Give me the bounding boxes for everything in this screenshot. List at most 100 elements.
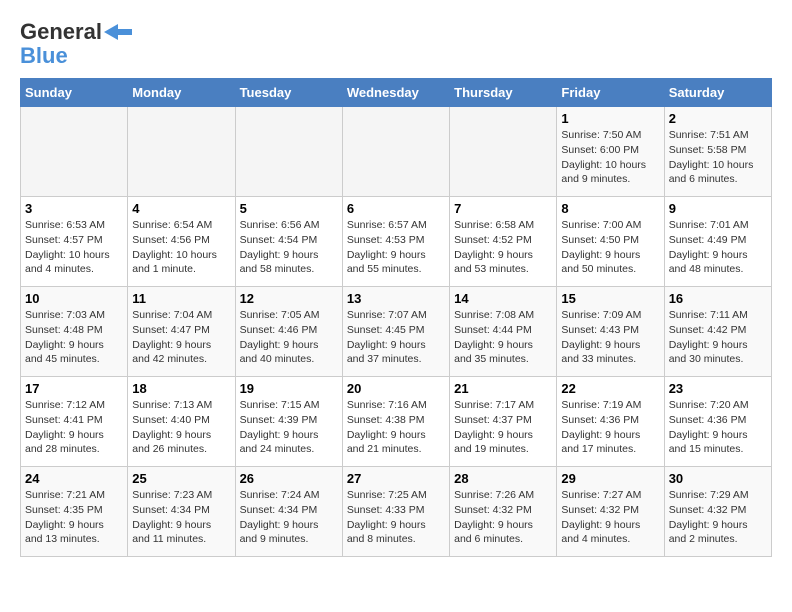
day-info: Sunrise: 7:24 AM Sunset: 4:34 PM Dayligh… xyxy=(240,488,338,547)
calendar-cell: 9 Sunrise: 7:01 AM Sunset: 4:49 PM Daylig… xyxy=(664,197,771,287)
calendar-cell: 5Sunrise: 6:56 AM Sunset: 4:54 PM Daylig… xyxy=(235,197,342,287)
day-number: 29 xyxy=(561,471,659,486)
day-info: Sunrise: 7:00 AM Sunset: 4:50 PM Dayligh… xyxy=(561,218,659,277)
day-number: 26 xyxy=(240,471,338,486)
calendar-cell: 10Sunrise: 7:03 AM Sunset: 4:48 PM Dayli… xyxy=(21,287,128,377)
column-header-friday: Friday xyxy=(557,79,664,107)
calendar-week-row: 3Sunrise: 6:53 AM Sunset: 4:57 PM Daylig… xyxy=(21,197,772,287)
day-number: 18 xyxy=(132,381,230,396)
column-header-wednesday: Wednesday xyxy=(342,79,449,107)
day-info: Sunrise: 6:54 AM Sunset: 4:56 PM Dayligh… xyxy=(132,218,230,277)
day-number: 4 xyxy=(132,201,230,216)
day-info: Sunrise: 7:09 AM Sunset: 4:43 PM Dayligh… xyxy=(561,308,659,367)
calendar-cell: 8 Sunrise: 7:00 AM Sunset: 4:50 PM Daylig… xyxy=(557,197,664,287)
day-info: Sunrise: 7:05 AM Sunset: 4:46 PM Dayligh… xyxy=(240,308,338,367)
day-number: 16 xyxy=(669,291,767,306)
calendar-cell xyxy=(450,107,557,197)
calendar-cell: 12 Sunrise: 7:05 AM Sunset: 4:46 PM Dayli… xyxy=(235,287,342,377)
day-number: 27 xyxy=(347,471,445,486)
day-number: 15 xyxy=(561,291,659,306)
page-header: General Blue xyxy=(20,20,772,68)
calendar-week-row: 1Sunrise: 7:50 AM Sunset: 6:00 PM Daylig… xyxy=(21,107,772,197)
day-info: Sunrise: 7:08 AM Sunset: 4:44 PM Dayligh… xyxy=(454,308,552,367)
calendar-cell: 28Sunrise: 7:26 AM Sunset: 4:32 PM Dayli… xyxy=(450,467,557,557)
day-number: 20 xyxy=(347,381,445,396)
day-info: Sunrise: 7:51 AM Sunset: 5:58 PM Dayligh… xyxy=(669,128,767,187)
day-info: Sunrise: 7:20 AM Sunset: 4:36 PM Dayligh… xyxy=(669,398,767,457)
day-info: Sunrise: 7:25 AM Sunset: 4:33 PM Dayligh… xyxy=(347,488,445,547)
day-number: 9 xyxy=(669,201,767,216)
day-info: Sunrise: 7:27 AM Sunset: 4:32 PM Dayligh… xyxy=(561,488,659,547)
calendar-cell: 1Sunrise: 7:50 AM Sunset: 6:00 PM Daylig… xyxy=(557,107,664,197)
day-info: Sunrise: 7:21 AM Sunset: 4:35 PM Dayligh… xyxy=(25,488,123,547)
calendar-cell: 15 Sunrise: 7:09 AM Sunset: 4:43 PM Dayli… xyxy=(557,287,664,377)
day-info: Sunrise: 7:04 AM Sunset: 4:47 PM Dayligh… xyxy=(132,308,230,367)
calendar-cell: 13Sunrise: 7:07 AM Sunset: 4:45 PM Dayli… xyxy=(342,287,449,377)
day-info: Sunrise: 6:56 AM Sunset: 4:54 PM Dayligh… xyxy=(240,218,338,277)
day-number: 6 xyxy=(347,201,445,216)
day-number: 21 xyxy=(454,381,552,396)
day-number: 14 xyxy=(454,291,552,306)
logo: General Blue xyxy=(20,20,132,68)
calendar-cell: 27 Sunrise: 7:25 AM Sunset: 4:33 PM Dayli… xyxy=(342,467,449,557)
day-info: Sunrise: 6:58 AM Sunset: 4:52 PM Dayligh… xyxy=(454,218,552,277)
day-number: 25 xyxy=(132,471,230,486)
day-info: Sunrise: 7:13 AM Sunset: 4:40 PM Dayligh… xyxy=(132,398,230,457)
day-number: 19 xyxy=(240,381,338,396)
calendar-cell: 4 Sunrise: 6:54 AM Sunset: 4:56 PM Daylig… xyxy=(128,197,235,287)
calendar-cell: 3Sunrise: 6:53 AM Sunset: 4:57 PM Daylig… xyxy=(21,197,128,287)
day-info: Sunrise: 7:17 AM Sunset: 4:37 PM Dayligh… xyxy=(454,398,552,457)
day-info: Sunrise: 7:11 AM Sunset: 4:42 PM Dayligh… xyxy=(669,308,767,367)
calendar-cell xyxy=(342,107,449,197)
column-header-sunday: Sunday xyxy=(21,79,128,107)
day-info: Sunrise: 6:57 AM Sunset: 4:53 PM Dayligh… xyxy=(347,218,445,277)
calendar-cell: 26 Sunrise: 7:24 AM Sunset: 4:34 PM Dayli… xyxy=(235,467,342,557)
day-info: Sunrise: 6:53 AM Sunset: 4:57 PM Dayligh… xyxy=(25,218,123,277)
day-info: Sunrise: 7:16 AM Sunset: 4:38 PM Dayligh… xyxy=(347,398,445,457)
calendar-cell xyxy=(235,107,342,197)
day-info: Sunrise: 7:19 AM Sunset: 4:36 PM Dayligh… xyxy=(561,398,659,457)
column-header-monday: Monday xyxy=(128,79,235,107)
day-number: 13 xyxy=(347,291,445,306)
day-number: 24 xyxy=(25,471,123,486)
calendar-cell: 11 Sunrise: 7:04 AM Sunset: 4:47 PM Dayli… xyxy=(128,287,235,377)
calendar-cell: 22 Sunrise: 7:19 AM Sunset: 4:36 PM Dayli… xyxy=(557,377,664,467)
calendar-cell: 19 Sunrise: 7:15 AM Sunset: 4:39 PM Dayli… xyxy=(235,377,342,467)
calendar-cell: 7 Sunrise: 6:58 AM Sunset: 4:52 PM Daylig… xyxy=(450,197,557,287)
day-number: 2 xyxy=(669,111,767,126)
calendar-cell: 29 Sunrise: 7:27 AM Sunset: 4:32 PM Dayli… xyxy=(557,467,664,557)
calendar-week-row: 17 Sunrise: 7:12 AM Sunset: 4:41 PM Dayli… xyxy=(21,377,772,467)
day-info: Sunrise: 7:50 AM Sunset: 6:00 PM Dayligh… xyxy=(561,128,659,187)
day-number: 17 xyxy=(25,381,123,396)
calendar-cell: 2 Sunrise: 7:51 AM Sunset: 5:58 PM Daylig… xyxy=(664,107,771,197)
day-number: 22 xyxy=(561,381,659,396)
day-number: 12 xyxy=(240,291,338,306)
day-number: 8 xyxy=(561,201,659,216)
calendar-cell: 21 Sunrise: 7:17 AM Sunset: 4:37 PM Dayli… xyxy=(450,377,557,467)
column-header-saturday: Saturday xyxy=(664,79,771,107)
logo-blue: Blue xyxy=(20,44,68,68)
day-info: Sunrise: 7:12 AM Sunset: 4:41 PM Dayligh… xyxy=(25,398,123,457)
logo-text: General xyxy=(20,20,102,44)
day-number: 23 xyxy=(669,381,767,396)
calendar-cell: 6 Sunrise: 6:57 AM Sunset: 4:53 PM Daylig… xyxy=(342,197,449,287)
calendar-cell: 23 Sunrise: 7:20 AM Sunset: 4:36 PM Dayli… xyxy=(664,377,771,467)
day-info: Sunrise: 7:15 AM Sunset: 4:39 PM Dayligh… xyxy=(240,398,338,457)
calendar-cell: 18 Sunrise: 7:13 AM Sunset: 4:40 PM Dayli… xyxy=(128,377,235,467)
day-info: Sunrise: 7:03 AM Sunset: 4:48 PM Dayligh… xyxy=(25,308,123,367)
column-header-tuesday: Tuesday xyxy=(235,79,342,107)
calendar-cell: 20 Sunrise: 7:16 AM Sunset: 4:38 PM Dayli… xyxy=(342,377,449,467)
day-info: Sunrise: 7:26 AM Sunset: 4:32 PM Dayligh… xyxy=(454,488,552,547)
day-number: 7 xyxy=(454,201,552,216)
day-info: Sunrise: 7:01 AM Sunset: 4:49 PM Dayligh… xyxy=(669,218,767,277)
calendar-cell xyxy=(128,107,235,197)
day-info: Sunrise: 7:29 AM Sunset: 4:32 PM Dayligh… xyxy=(669,488,767,547)
day-number: 11 xyxy=(132,291,230,306)
calendar-cell xyxy=(21,107,128,197)
calendar-cell: 17 Sunrise: 7:12 AM Sunset: 4:41 PM Dayli… xyxy=(21,377,128,467)
calendar-cell: 25Sunrise: 7:23 AM Sunset: 4:34 PM Dayli… xyxy=(128,467,235,557)
calendar-cell: 30 Sunrise: 7:29 AM Sunset: 4:32 PM Dayli… xyxy=(664,467,771,557)
day-number: 30 xyxy=(669,471,767,486)
calendar-cell: 16 Sunrise: 7:11 AM Sunset: 4:42 PM Dayli… xyxy=(664,287,771,377)
calendar-week-row: 10Sunrise: 7:03 AM Sunset: 4:48 PM Dayli… xyxy=(21,287,772,377)
